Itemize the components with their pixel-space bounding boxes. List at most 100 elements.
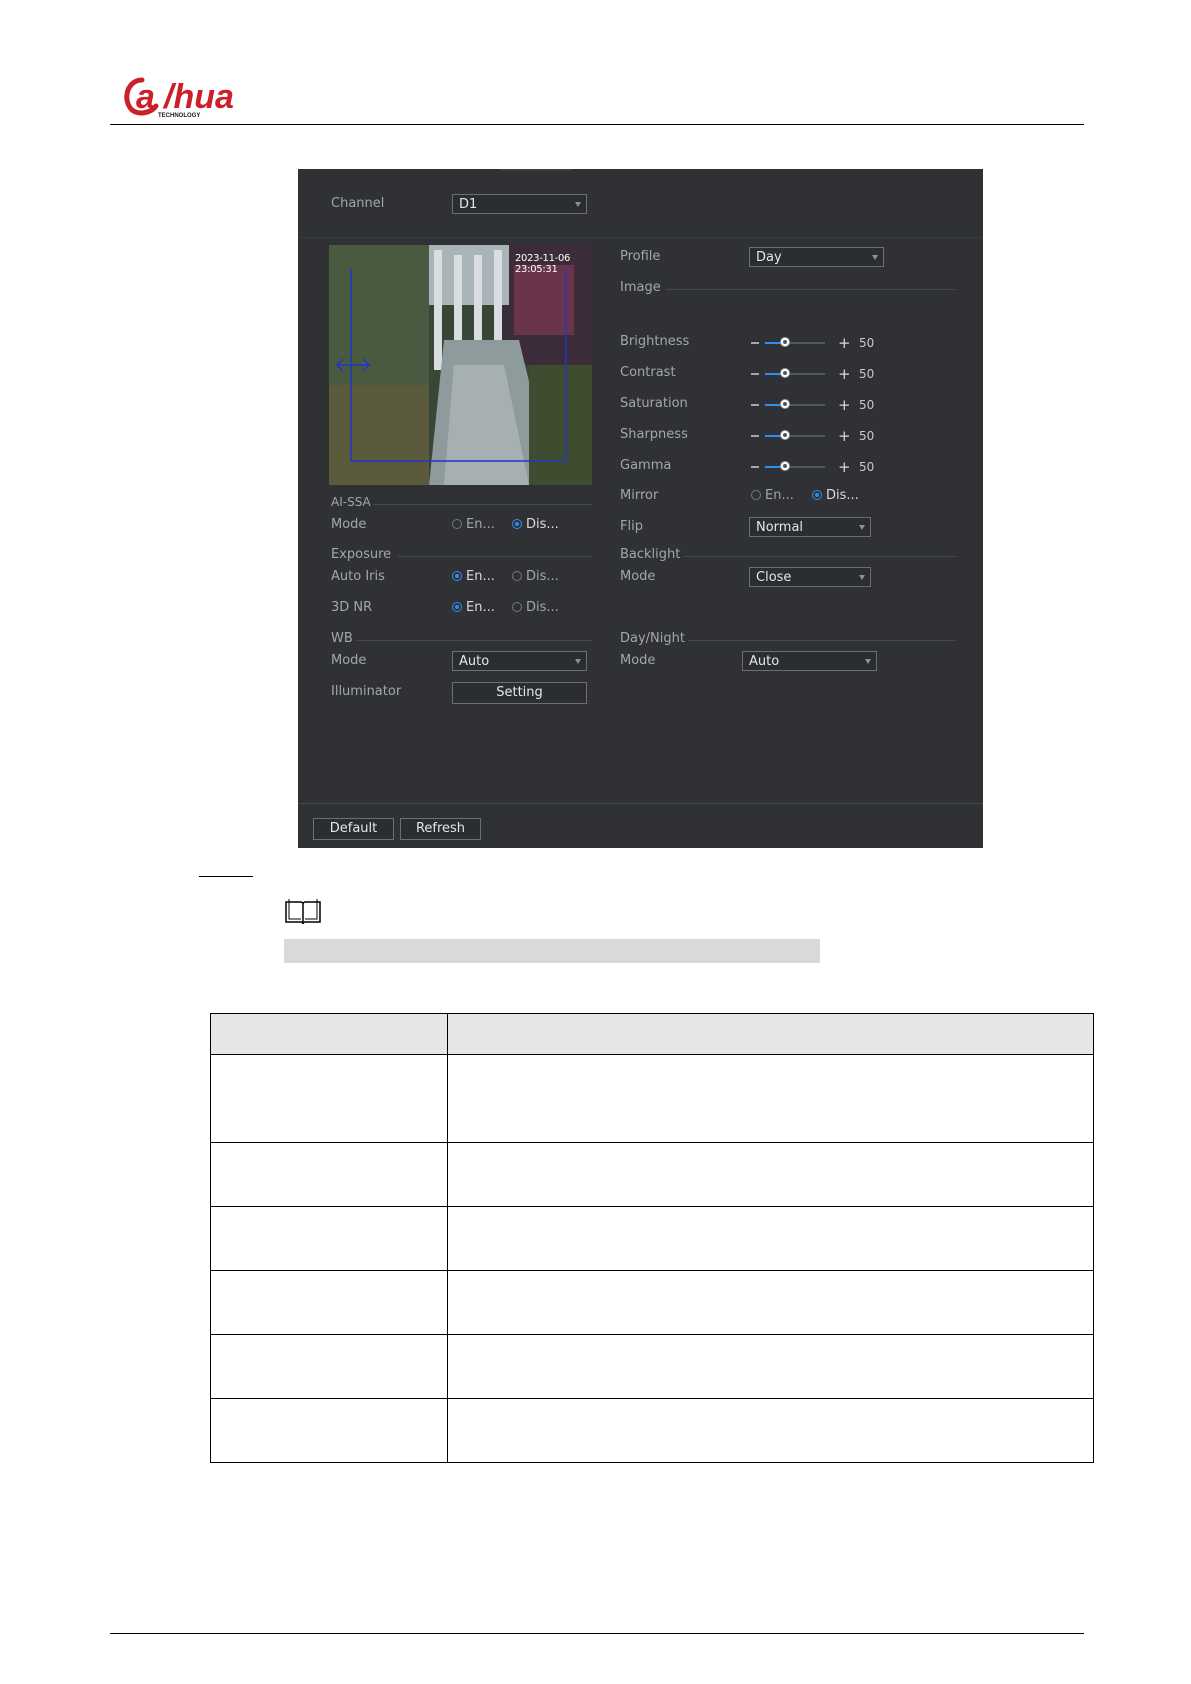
radio-icon: [512, 571, 522, 581]
parameter-table: [210, 1013, 1094, 1463]
panel-top-tab: [501, 169, 571, 171]
exposure-divider: [398, 556, 592, 557]
step-underline: [199, 876, 253, 877]
mirror-enable-label: En...: [765, 488, 794, 503]
slider-label: Gamma: [620, 458, 672, 473]
slider-sharpness[interactable]: +50: [751, 428, 891, 444]
slider-value: 50: [859, 460, 875, 474]
radio-checked-icon: [512, 519, 522, 529]
slider-value: 50: [859, 367, 875, 381]
slider-knob[interactable]: [780, 368, 790, 378]
slider-knob[interactable]: [780, 430, 790, 440]
slider-value: 50: [859, 336, 875, 350]
flip-select[interactable]: Normal: [749, 517, 871, 537]
ai-ssa-divider: [373, 504, 592, 505]
plus-icon[interactable]: +: [838, 335, 851, 351]
ai-ssa-section-title: AI-SSA: [331, 495, 371, 509]
backlight-mode-label: Mode: [620, 569, 656, 584]
day-night-mode-value: Auto: [749, 654, 780, 669]
profile-value: Day: [756, 250, 782, 265]
wb-mode-select[interactable]: Auto: [452, 651, 587, 671]
radio-checked-icon: [812, 490, 822, 500]
mirror-disable-label: Dis...: [826, 488, 859, 503]
slider-knob[interactable]: [780, 461, 790, 471]
table-header-cell: [447, 1013, 1094, 1055]
radio-icon: [512, 602, 522, 612]
minus-icon[interactable]: [751, 466, 759, 468]
refresh-button[interactable]: Refresh: [400, 818, 481, 840]
flip-label: Flip: [620, 519, 643, 534]
default-button[interactable]: Default: [313, 818, 394, 840]
slider-knob[interactable]: [780, 399, 790, 409]
slider-label: Saturation: [620, 396, 688, 411]
channel-select[interactable]: D1: [452, 194, 587, 214]
day-night-section-title: Day/Night: [620, 631, 685, 646]
auto-iris-disable-radio[interactable]: Dis...: [512, 569, 559, 584]
table-header-row: [210, 1013, 1094, 1055]
slider-knob[interactable]: [780, 337, 790, 347]
header-rule: [110, 124, 1084, 125]
channel-select-value: D1: [459, 197, 478, 212]
table-row: [210, 1334, 1094, 1399]
chevron-down-icon: [872, 255, 878, 260]
slider-saturation[interactable]: +50: [751, 397, 891, 413]
plus-icon[interactable]: +: [838, 428, 851, 444]
slider-contrast[interactable]: +50: [751, 366, 891, 382]
minus-icon[interactable]: [751, 435, 759, 437]
backlight-mode-select[interactable]: Close: [749, 567, 871, 587]
slider-label: Contrast: [620, 365, 676, 380]
table-row: [210, 1270, 1094, 1335]
3d-nr-enable-radio[interactable]: En...: [452, 600, 495, 615]
radio-checked-icon: [452, 602, 462, 612]
table-cell: [447, 1398, 1094, 1463]
auto-iris-enable-label: En...: [466, 569, 495, 584]
plus-icon[interactable]: +: [838, 397, 851, 413]
slider-brightness[interactable]: +50: [751, 335, 891, 351]
book-icon: [284, 898, 322, 926]
plus-icon[interactable]: +: [838, 366, 851, 382]
backlight-mode-value: Close: [756, 570, 792, 585]
day-night-mode-select[interactable]: Auto: [742, 651, 877, 671]
mirror-label: Mirror: [620, 488, 659, 503]
wb-divider: [356, 640, 592, 641]
slider-gamma[interactable]: +50: [751, 459, 891, 475]
3d-nr-disable-label: Dis...: [526, 600, 559, 615]
3d-nr-label: 3D NR: [331, 600, 373, 615]
dahua-logo: a /hua TECHNOLOGY: [122, 70, 262, 120]
slider-label: Brightness: [620, 334, 690, 349]
plus-icon[interactable]: +: [838, 459, 851, 475]
ai-ssa-disable-radio[interactable]: Dis...: [512, 517, 559, 532]
illuminator-label: Illuminator: [331, 684, 402, 699]
auto-iris-label: Auto Iris: [331, 569, 385, 584]
auto-iris-enable-radio[interactable]: En...: [452, 569, 495, 584]
flip-value: Normal: [756, 520, 804, 535]
chevron-down-icon: [859, 525, 865, 530]
table-cell: [447, 1054, 1094, 1143]
minus-icon[interactable]: [751, 373, 759, 375]
wb-mode-value: Auto: [459, 654, 490, 669]
table-header-cell: [210, 1013, 448, 1055]
image-section-title: Image: [620, 280, 661, 295]
mirror-enable-radio[interactable]: En...: [751, 488, 794, 503]
chevron-down-icon: [865, 659, 871, 664]
ai-ssa-enable-label: En...: [466, 517, 495, 532]
minus-icon[interactable]: [751, 404, 759, 406]
chevron-down-icon: [575, 659, 581, 664]
illuminator-setting-button[interactable]: Setting: [452, 682, 587, 704]
table-cell: [210, 1142, 448, 1207]
slider-value: 50: [859, 398, 875, 412]
ai-ssa-mode-label: Mode: [331, 517, 367, 532]
table-cell: [447, 1142, 1094, 1207]
minus-icon[interactable]: [751, 342, 759, 344]
svg-text:/hua: /hua: [162, 78, 234, 116]
panel-footer-divider: [298, 803, 983, 804]
profile-select[interactable]: Day: [749, 247, 884, 267]
3d-nr-enable-label: En...: [466, 600, 495, 615]
table-row: [210, 1398, 1094, 1463]
mirror-disable-radio[interactable]: Dis...: [812, 488, 859, 503]
table-row: [210, 1054, 1094, 1143]
chevron-down-icon: [575, 202, 581, 207]
ai-ssa-enable-radio[interactable]: En...: [452, 517, 495, 532]
3d-nr-disable-radio[interactable]: Dis...: [512, 600, 559, 615]
radio-icon: [452, 519, 462, 529]
